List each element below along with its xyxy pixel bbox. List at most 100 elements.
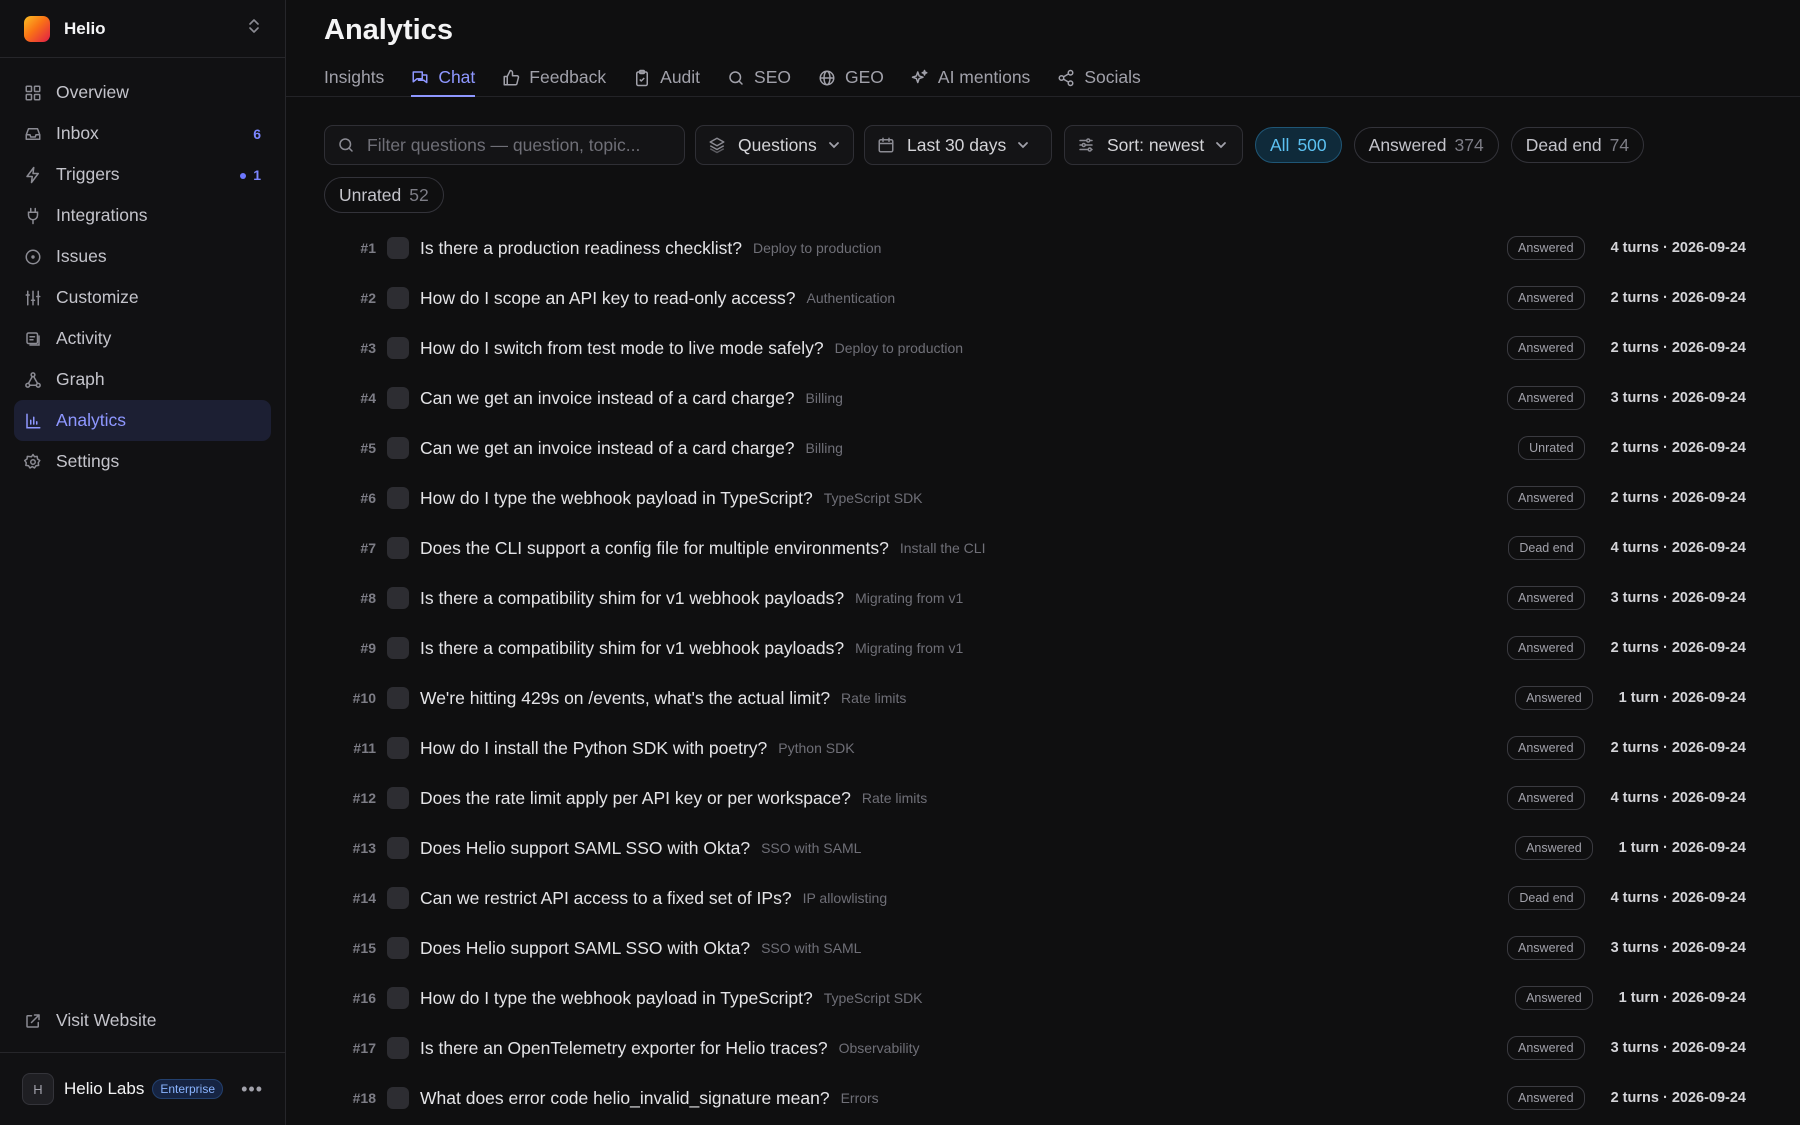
workspace-switcher[interactable]: Helio <box>0 0 285 58</box>
filter-pill-unrated[interactable]: Unrated 52 <box>324 177 444 213</box>
row-checkbox[interactable] <box>387 1037 409 1059</box>
question-row[interactable]: #3 How do I switch from test mode to live… <box>324 323 1746 373</box>
row-checkbox[interactable] <box>387 987 409 1009</box>
tab-socials[interactable]: Socials <box>1057 60 1141 97</box>
question-number: #15 <box>352 940 376 956</box>
tab-seo[interactable]: SEO <box>727 60 791 97</box>
tab-ai-mentions[interactable]: AI mentions <box>911 60 1030 97</box>
sidebar-item-integrations[interactable]: Integrations <box>14 195 271 236</box>
filter-pill-all[interactable]: All 500 <box>1255 127 1342 163</box>
question-row[interactable]: #15 Does Helio support SAML SSO with Okta… <box>324 923 1746 973</box>
activity-icon <box>24 330 42 348</box>
question-row[interactable]: #5 Can we get an invoice instead of a car… <box>324 423 1746 473</box>
row-checkbox[interactable] <box>387 537 409 559</box>
question-text: What does error code helio_invalid_signa… <box>420 1087 830 1108</box>
row-checkbox[interactable] <box>387 687 409 709</box>
question-text: How do I scope an API key to read-only a… <box>420 287 796 308</box>
question-topic: SSO with SAML <box>761 940 862 956</box>
sidebar-item-triggers[interactable]: Triggers 1 <box>14 154 271 195</box>
question-number: #6 <box>360 490 376 506</box>
tab-insights[interactable]: Insights <box>324 60 384 97</box>
question-row[interactable]: #2 How do I scope an API key to read-only… <box>324 273 1746 323</box>
sliders-icon <box>24 289 42 307</box>
filter-pill-dead-end[interactable]: Dead end 74 <box>1510 127 1645 163</box>
status-badge: Answered <box>1507 936 1585 960</box>
sidebar-item-label: Analytics <box>56 410 127 430</box>
question-row[interactable]: #17 Is there an OpenTelemetry exporter fo… <box>324 1023 1746 1073</box>
row-checkbox[interactable] <box>387 837 409 859</box>
sidebar-item-overview[interactable]: Overview <box>14 72 271 113</box>
row-checkbox[interactable] <box>387 287 409 309</box>
sidebar-item-activity[interactable]: Activity <box>14 318 271 359</box>
search-icon <box>337 136 355 154</box>
question-text: Does Helio support SAML SSO with Okta? <box>420 837 751 858</box>
question-meta: 3 turns · 2026-09-24 <box>1610 590 1746 606</box>
account-menu[interactable]: H Helio Labs Enterprise ••• <box>0 1052 285 1125</box>
tab-label: AI mentions <box>937 67 1031 87</box>
row-checkbox[interactable] <box>387 1087 409 1109</box>
question-meta: 4 turns · 2026-09-24 <box>1610 240 1746 256</box>
status-badge: Answered <box>1515 836 1593 860</box>
question-topic: Migrating from v1 <box>855 590 964 606</box>
question-text: Does the rate limit apply per API key or… <box>420 787 851 808</box>
row-checkbox[interactable] <box>387 387 409 409</box>
sidebar-item-settings[interactable]: Settings <box>14 441 271 482</box>
question-row[interactable]: #6 How do I type the webhook payload in T… <box>324 473 1746 523</box>
thumbs-up-icon <box>502 69 520 87</box>
date-range-dropdown[interactable]: Last 30 days <box>864 125 1052 165</box>
sidebar-item-label: Issues <box>56 246 107 266</box>
filter-pill-answered[interactable]: Answered 374 <box>1353 127 1499 163</box>
search-input[interactable] <box>367 134 667 156</box>
question-topic: Python SDK <box>778 740 855 756</box>
sidebar-item-issues[interactable]: Issues <box>14 236 271 277</box>
tab-feedback[interactable]: Feedback <box>502 60 606 97</box>
row-checkbox[interactable] <box>387 587 409 609</box>
row-checkbox[interactable] <box>387 737 409 759</box>
type-dropdown[interactable]: Questions <box>695 125 854 165</box>
question-row[interactable]: #7 Does the CLI support a config file for… <box>324 523 1746 573</box>
question-text: Does the CLI support a config file for m… <box>420 537 889 558</box>
sidebar-item-customize[interactable]: Customize <box>14 277 271 318</box>
more-icon[interactable]: ••• <box>241 1079 263 1100</box>
tab-geo[interactable]: GEO <box>818 60 884 97</box>
sidebar-item-inbox[interactable]: Inbox 6 <box>14 113 271 154</box>
question-row[interactable]: #1 Is there a production readiness checkl… <box>324 223 1746 273</box>
share-icon <box>1057 69 1075 87</box>
question-row[interactable]: #16 How do I type the webhook payload in … <box>324 973 1746 1023</box>
question-row[interactable]: #4 Can we get an invoice instead of a car… <box>324 373 1746 423</box>
visit-website-link[interactable]: Visit Website <box>14 1000 271 1041</box>
clipboard-icon <box>633 69 651 87</box>
question-row[interactable]: #12 Does the rate limit apply per API key… <box>324 773 1746 823</box>
tab-chat[interactable]: Chat <box>411 60 476 97</box>
grid-icon <box>24 84 42 102</box>
status-filter-pills: All 500 Answered 374 Dead end 74 <box>1255 125 1656 165</box>
question-row[interactable]: #14 Can we restrict API access to a fixed… <box>324 873 1746 923</box>
question-row[interactable]: #10 We're hitting 429s on /events, what's… <box>324 673 1746 723</box>
row-checkbox[interactable] <box>387 637 409 659</box>
question-row[interactable]: #11 How do I install the Python SDK with … <box>324 723 1746 773</box>
row-checkbox[interactable] <box>387 487 409 509</box>
row-checkbox[interactable] <box>387 887 409 909</box>
tab-label: SEO <box>754 67 791 87</box>
sidebar-item-label: Settings <box>56 451 120 471</box>
row-checkbox[interactable] <box>387 937 409 959</box>
row-checkbox[interactable] <box>387 787 409 809</box>
question-row[interactable]: #8 Is there a compatibility shim for v1 w… <box>324 573 1746 623</box>
filter-pill-count: 374 <box>1454 134 1484 155</box>
question-row[interactable]: #13 Does Helio support SAML SSO with Okta… <box>324 823 1746 873</box>
sort-dropdown[interactable]: Sort: newest <box>1064 125 1243 165</box>
chevron-down-icon <box>1214 138 1228 152</box>
sidebar-item-analytics[interactable]: Analytics <box>14 400 271 441</box>
tab-label: Socials <box>1084 67 1141 87</box>
question-row[interactable]: #18 What does error code helio_invalid_si… <box>324 1073 1746 1123</box>
tab-audit[interactable]: Audit <box>633 60 700 97</box>
question-topic: IP allowlisting <box>802 890 888 906</box>
question-meta: 2 turns · 2026-09-24 <box>1610 640 1746 656</box>
row-checkbox[interactable] <box>387 337 409 359</box>
filter-pill-count: 74 <box>1609 134 1630 155</box>
sidebar-item-graph[interactable]: Graph <box>14 359 271 400</box>
row-checkbox[interactable] <box>387 437 409 459</box>
question-row[interactable]: #9 Is there a compatibility shim for v1 w… <box>324 623 1746 673</box>
search-box[interactable] <box>324 125 685 165</box>
row-checkbox[interactable] <box>387 237 409 259</box>
